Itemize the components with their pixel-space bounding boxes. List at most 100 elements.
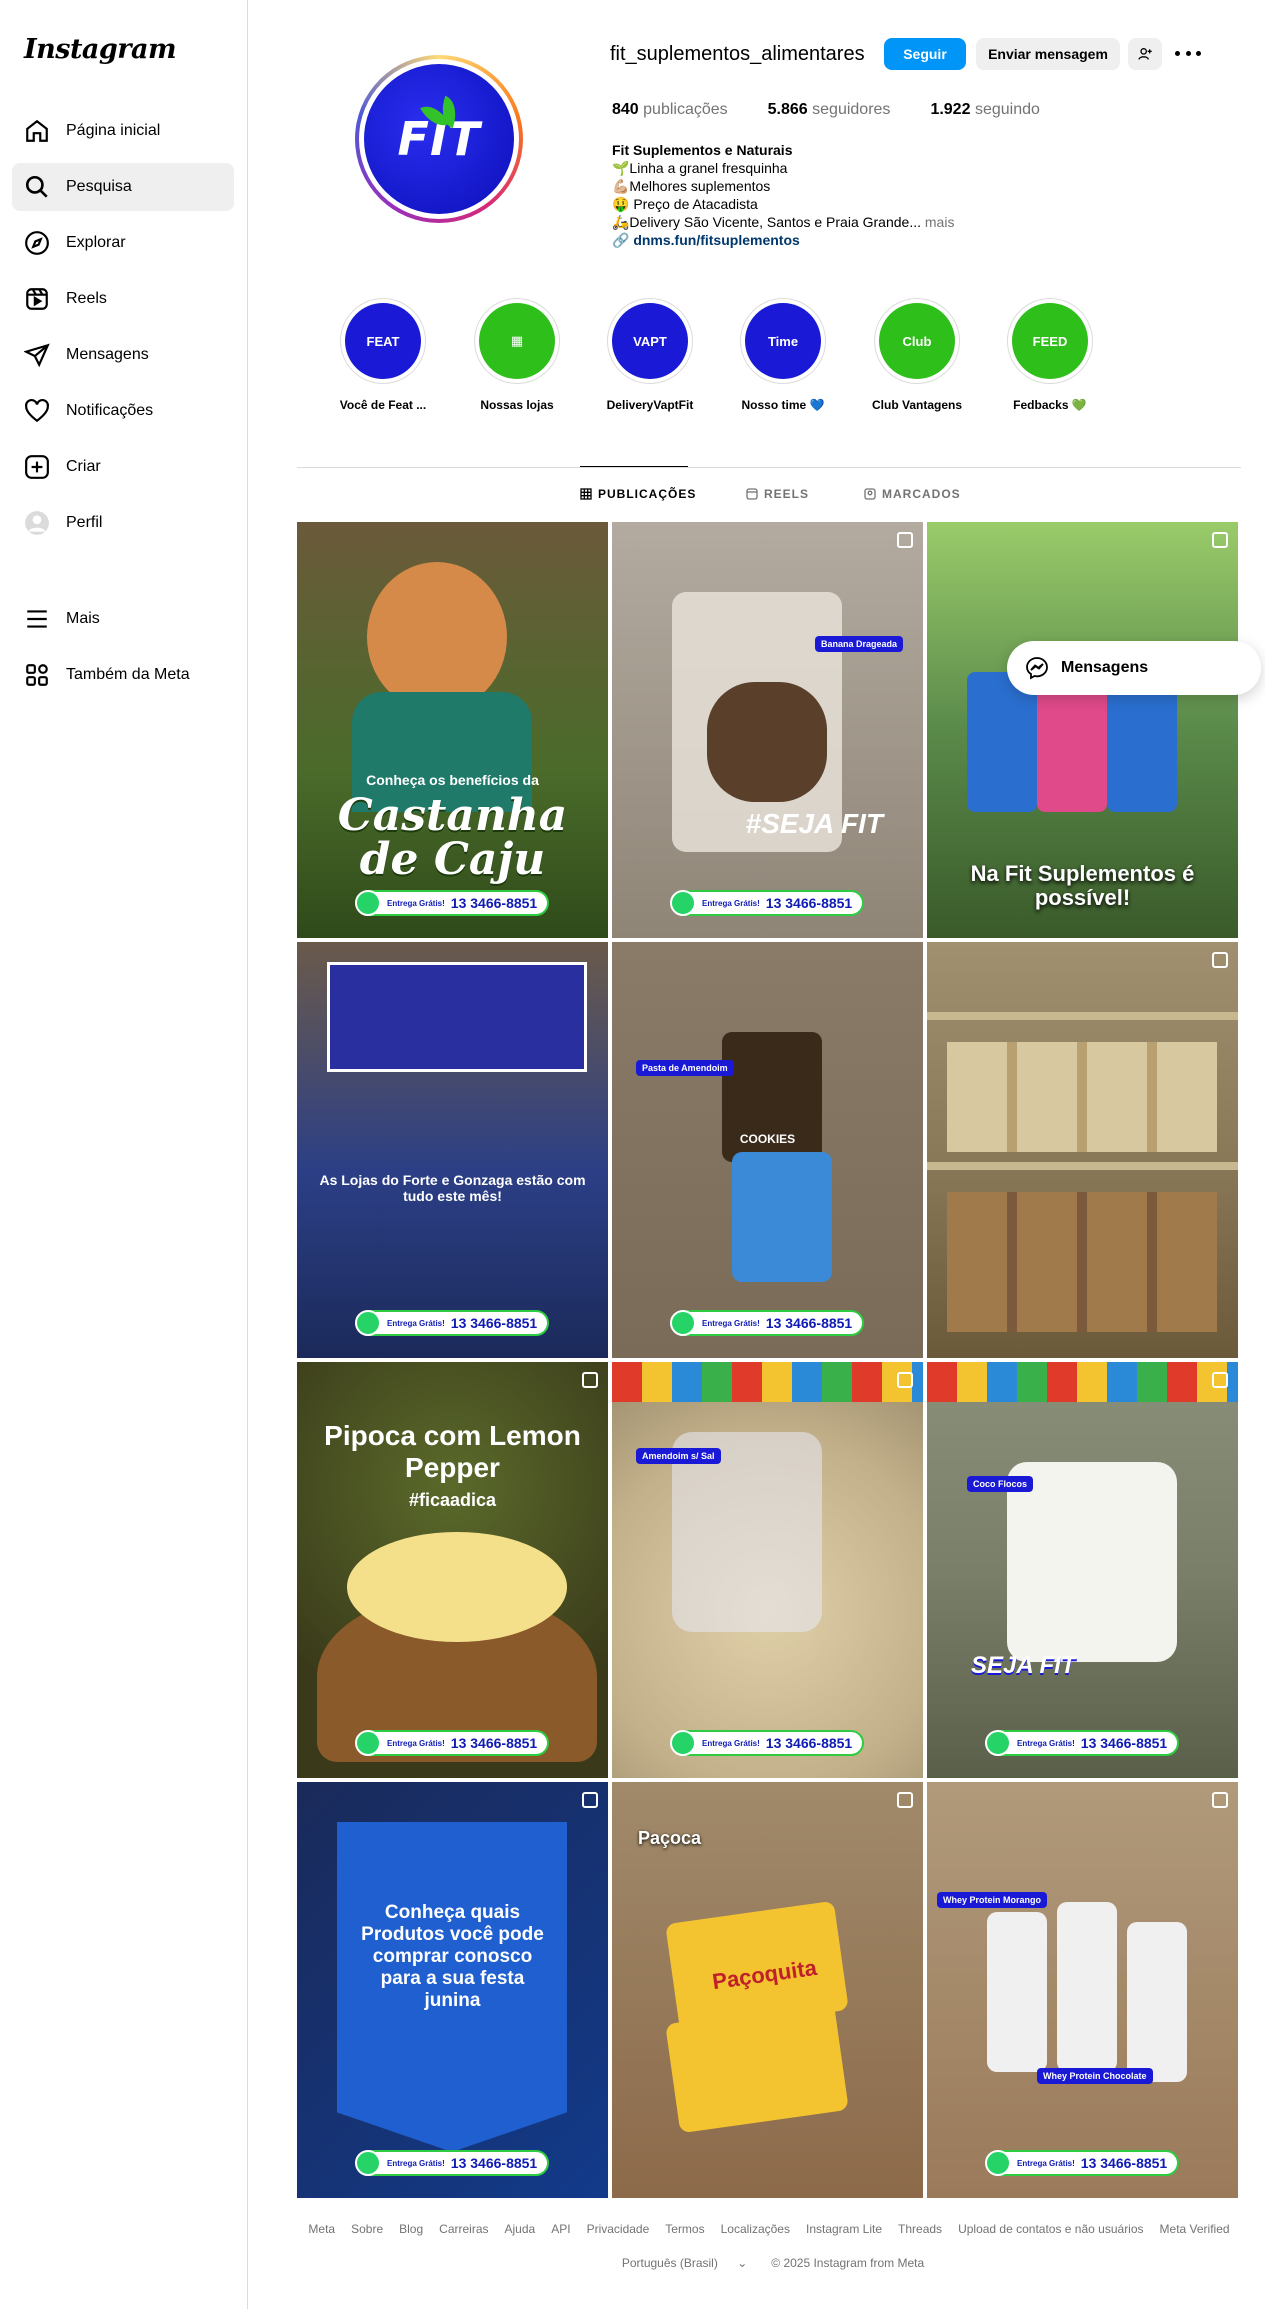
following-stat[interactable]: 1.922 seguindo [930, 101, 1039, 119]
post-caption: Conheça quais Produtos você pode comprar… [361, 1902, 544, 2011]
highlight-label: Club Vantagens [872, 398, 963, 412]
footer-link[interactable]: Instagram Lite [806, 2222, 882, 2236]
whatsapp-icon [355, 1310, 381, 1336]
tab-tagged[interactable]: MARCADOS [864, 487, 961, 501]
post-tile[interactable]: Na Fit Suplementos é possível! [927, 522, 1238, 938]
post-caption: Paçoca [638, 1828, 702, 1848]
sidebar-item-explore[interactable]: Explorar [12, 219, 234, 267]
highlight-item[interactable]: Club Club Vantagens [872, 298, 962, 412]
sidebar-item-label: Mais [66, 610, 100, 627]
highlight-cover: ▦ [479, 303, 555, 379]
bio-more-link[interactable]: mais [925, 214, 955, 230]
sidebar-item-profile[interactable]: Perfil [12, 499, 234, 547]
carousel-icon [897, 532, 913, 548]
sidebar-item-notifications[interactable]: Notificações [12, 387, 234, 435]
profile-bio: Fit Suplementos e Naturais 🌱Linha a gran… [612, 141, 1012, 249]
post-tile[interactable]: Banana Drageada #SEJA FIT Entrega Grátis… [612, 522, 923, 938]
highlight-cover: FEED [1012, 303, 1088, 379]
highlight-item[interactable]: FEAT Você de Feat ... [338, 298, 428, 412]
whatsapp-contact: Entrega Grátis! 13 3466-8851 [355, 1730, 549, 1756]
footer-link[interactable]: Carreiras [439, 2222, 488, 2236]
product-tag: Whey Protein Chocolate [1037, 2068, 1153, 2084]
link-icon: 🔗 [612, 232, 630, 248]
post-tile[interactable]: Whey Protein Morango Whey Protein Chocol… [927, 1782, 1238, 2198]
tab-posts[interactable]: PUBLICAÇÕES [580, 487, 696, 501]
whatsapp-contact: Entrega Grátis! 13 3466-8851 [670, 1730, 864, 1756]
sidebar-item-more[interactable]: Mais [12, 595, 234, 643]
product-tag: Amendoim s/ Sal [636, 1448, 721, 1464]
post-tile[interactable]: Amendoim s/ Sal Entrega Grátis! 13 3466-8… [612, 1362, 923, 1778]
product-tag: Coco Flocos [967, 1476, 1034, 1492]
sidebar-item-label: Página inicial [66, 122, 161, 139]
highlight-item[interactable]: ▦ Nossas lojas [472, 298, 562, 412]
sidebar-item-search[interactable]: Pesquisa [12, 163, 234, 211]
footer-link[interactable]: API [551, 2222, 570, 2236]
copyright: © 2025 Instagram from Meta [771, 2256, 925, 2270]
post-tile[interactable]: Conheça os benefícios da Castanha de Caj… [297, 522, 608, 938]
footer-link[interactable]: Threads [898, 2222, 942, 2236]
highlight-item[interactable]: Time Nosso time 💙 [738, 298, 828, 412]
followers-stat[interactable]: 5.866 seguidores [768, 101, 891, 119]
profile-stats: 840 publicações 5.866 seguidores 1.922 s… [612, 101, 1080, 119]
messenger-icon [1026, 657, 1048, 680]
sidebar-item-home[interactable]: Página inicial [12, 107, 234, 155]
active-tab-indicator [580, 466, 688, 467]
footer-link[interactable]: Sobre [351, 2222, 383, 2236]
footer-links: Meta Sobre Blog Carreiras Ajuda API Priv… [297, 2222, 1241, 2236]
sidebar-item-messages[interactable]: Mensagens [12, 331, 234, 379]
whatsapp-icon [355, 890, 381, 916]
footer-link[interactable]: Meta Verified [1160, 2222, 1230, 2236]
messages-float-label: Mensagens [1061, 659, 1149, 676]
post-tile[interactable]: Pipoca com Lemon Pepper #ficaadica Entre… [297, 1362, 608, 1778]
footer-link[interactable]: Blog [399, 2222, 423, 2236]
bio-link[interactable]: 🔗 dnms.fun/fitsuplementos [612, 231, 1012, 249]
instagram-logo[interactable]: Instagram [24, 34, 177, 65]
footer-link[interactable]: Privacidade [587, 2222, 650, 2236]
footer-link[interactable]: Termos [665, 2222, 704, 2236]
sidebar-item-label: Explorar [66, 234, 126, 251]
sidebar-item-label: Reels [66, 290, 107, 307]
highlight-cover: Time [745, 303, 821, 379]
post-tile[interactable]: Conheça quais Produtos você pode comprar… [297, 1782, 608, 2198]
sidebar-item-reels[interactable]: Reels [12, 275, 234, 323]
menu-icon [24, 606, 50, 632]
tab-reels[interactable]: REELS [746, 487, 809, 501]
whatsapp-contact: Entrega Grátis! 13 3466-8851 [355, 1310, 549, 1336]
grid-icon [580, 488, 592, 500]
messages-float-button[interactable]: Mensagens [1007, 641, 1261, 695]
profile-avatar[interactable]: FIT [355, 55, 523, 223]
product-tag: Whey Protein Morango [937, 1892, 1048, 1908]
post-tile[interactable]: Paçoca Paçoquita [612, 1782, 923, 2198]
sidebar-item-create[interactable]: Criar [12, 443, 234, 491]
language-select[interactable]: Português (Brasil) ⌄ [614, 2256, 755, 2270]
highlight-item[interactable]: FEED Fedbacks 💚 [1005, 298, 1095, 412]
post-tile[interactable]: Coco Flocos SEJA FIT Entrega Grátis! 13 3… [927, 1362, 1238, 1778]
posts-stat[interactable]: 840 publicações [612, 101, 728, 119]
post-tile[interactable]: As Lojas do Forte e Gonzaga estão com tu… [297, 942, 608, 1358]
heart-icon [24, 398, 50, 424]
highlight-label: DeliveryVaptFit [606, 398, 694, 412]
footer-link[interactable]: Localizações [721, 2222, 790, 2236]
footer-bottom: Português (Brasil) ⌄ © 2025 Instagram fr… [297, 2256, 1241, 2270]
highlight-item[interactable]: VAPT DeliveryVaptFit [605, 298, 695, 412]
sidebar-item-meta[interactable]: Também da Meta [12, 651, 234, 699]
sidebar-item-label: Perfil [66, 514, 103, 531]
follow-button[interactable]: Seguir [884, 38, 966, 70]
reel-icon [1212, 952, 1228, 968]
profile-avatar-image: FIT [364, 64, 514, 214]
sidebar-item-label: Mensagens [66, 346, 149, 363]
post-tile[interactable] [927, 942, 1238, 1358]
bio-line: 💪🏼Melhores suplementos [612, 178, 771, 194]
post-tile[interactable]: COOKIES Pasta de Amendoim Entrega Grátis… [612, 942, 923, 1358]
meta-apps-icon [24, 662, 50, 688]
post-caption: As Lojas do Forte e Gonzaga estão com tu… [319, 1172, 586, 1204]
more-options-icon[interactable] [1175, 40, 1201, 66]
suggest-user-button[interactable] [1128, 38, 1162, 70]
footer-link[interactable]: Ajuda [505, 2222, 536, 2236]
post-caption: Pipoca com Lemon Pepper [324, 1420, 581, 1483]
footer-link[interactable]: Meta [308, 2222, 335, 2236]
highlight-label: Fedbacks 💚 [1013, 398, 1087, 412]
whatsapp-icon [670, 890, 696, 916]
send-message-button[interactable]: Enviar mensagem [976, 38, 1120, 70]
footer-link[interactable]: Upload de contatos e não usuários [958, 2222, 1143, 2236]
